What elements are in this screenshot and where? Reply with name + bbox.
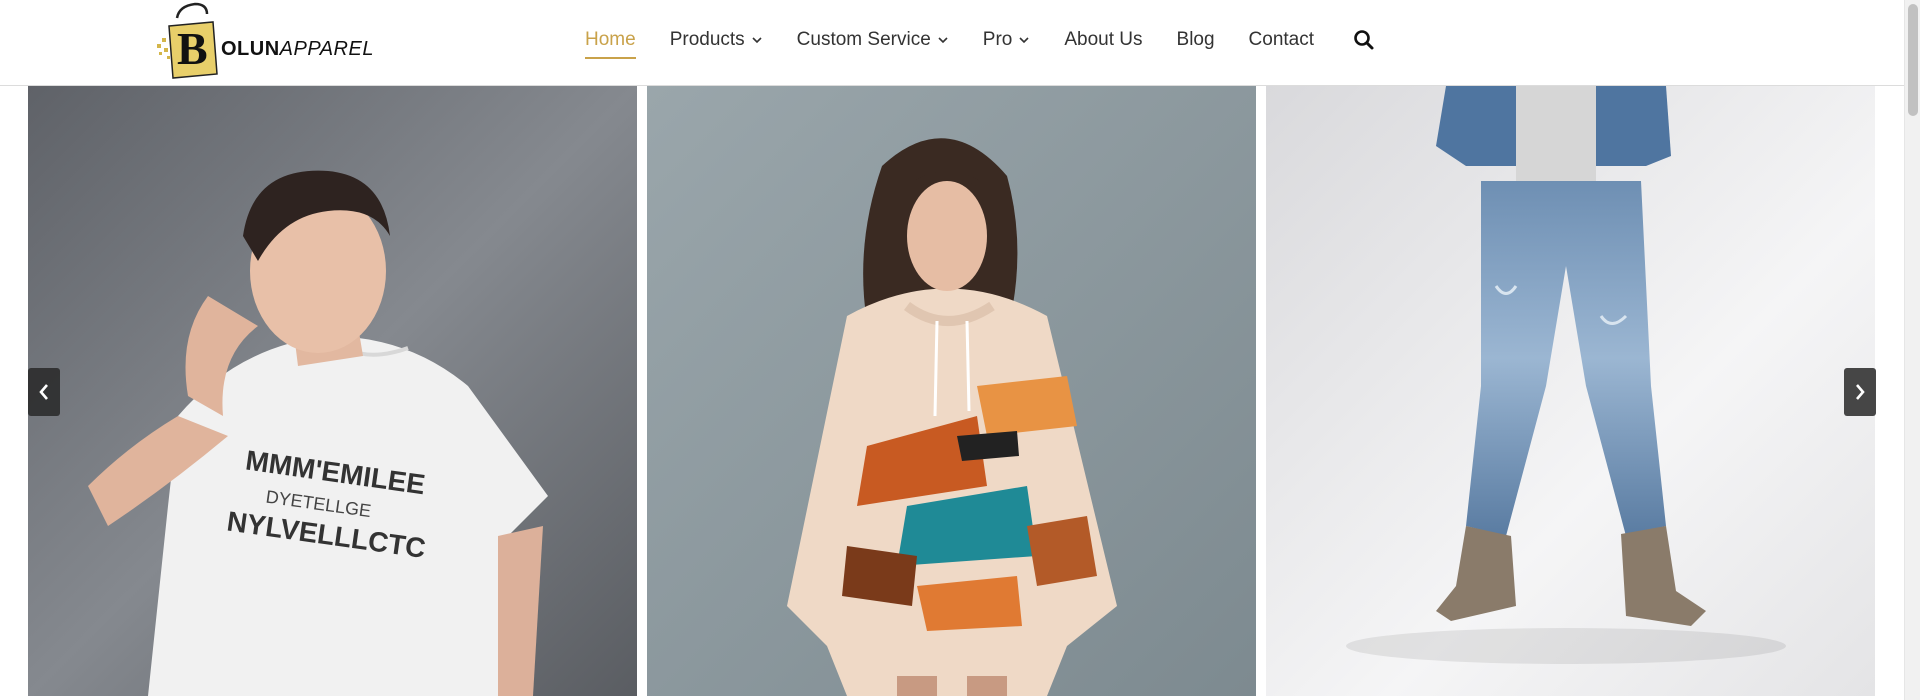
nav-item-about-us[interactable]: About Us — [1064, 25, 1142, 55]
brand-logo[interactable]: B OLUNAPPAREL — [155, 0, 373, 82]
nav-item-pro[interactable]: Pro — [983, 25, 1031, 55]
nav-label: Blog — [1176, 29, 1215, 50]
slide-photo: MMM'EMILEE DYETELLGE NYLVELLLCTC — [28, 86, 637, 696]
chevron-down-icon — [938, 37, 948, 44]
slider-next-button[interactable] — [1844, 368, 1876, 416]
chevron-down-icon — [752, 37, 762, 44]
slide-photo — [1266, 86, 1875, 696]
nav-label: Pro — [982, 29, 1013, 50]
site-header: B OLUNAPPAREL Home Products Custom Servi… — [0, 0, 1904, 86]
logo-name-bold: OLUN — [221, 37, 280, 60]
chevron-down-icon — [1019, 37, 1029, 44]
main-nav: Home Products Custom Service Pro About U… — [585, 0, 1376, 80]
nav-item-blog[interactable]: Blog — [1177, 25, 1215, 55]
scrollbar-thumb[interactable] — [1908, 4, 1918, 116]
slider-prev-button[interactable] — [28, 368, 60, 416]
hero-slider: MMM'EMILEE DYETELLGE NYLVELLLCTC — [28, 86, 1876, 696]
nav-label: Custom Service — [796, 29, 931, 50]
nav-item-custom-service[interactable]: Custom Service — [797, 25, 949, 55]
nav-item-contact[interactable]: Contact — [1249, 25, 1314, 55]
slide-photo — [647, 86, 1256, 696]
nav-label: Contact — [1248, 29, 1315, 50]
nav-item-products[interactable]: Products — [670, 25, 763, 55]
nav-item-home[interactable]: Home — [585, 25, 636, 59]
logo-letter: B — [177, 23, 208, 74]
logo-name-rest: APPAREL — [279, 37, 374, 60]
slide-woman-hoodie[interactable] — [647, 86, 1256, 696]
search-icon[interactable] — [1352, 28, 1376, 52]
logo-wordmark: OLUNAPPAREL — [221, 38, 374, 61]
nav-label: Home — [585, 29, 636, 50]
page-scrollbar[interactable] — [1904, 0, 1920, 700]
nav-label: About Us — [1064, 29, 1143, 50]
chevron-right-icon — [1856, 384, 1865, 400]
nav-label: Products — [669, 29, 745, 50]
slide-man-white-tshirt[interactable]: MMM'EMILEE DYETELLGE NYLVELLLCTC — [28, 86, 637, 696]
logo-bag-icon: B — [155, 0, 227, 82]
chevron-left-icon — [39, 384, 48, 400]
slide-man-jeans[interactable] — [1266, 86, 1875, 696]
